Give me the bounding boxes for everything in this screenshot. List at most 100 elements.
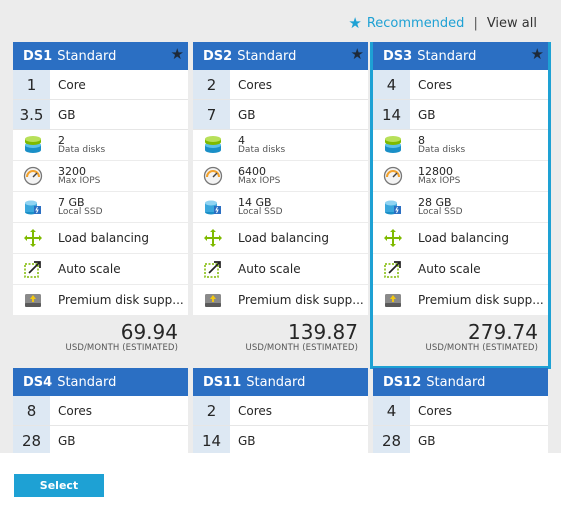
pin-star-icon[interactable]: ★ <box>351 47 364 62</box>
card-header: DS1 Standard ★ <box>13 42 188 70</box>
premium-disk-row: Premium disk supp... <box>373 285 548 316</box>
card-header: DS4 Standard <box>13 368 188 396</box>
iops-row: 12800 Max IOPS <box>373 161 548 192</box>
tier-card-ds3[interactable]: DS3 Standard ★ 4 Cores 14 GB 8 Data disk… <box>370 42 551 369</box>
auto-scale-label: Auto scale <box>238 262 301 276</box>
premium-disk-row: Premium disk supp... <box>13 285 188 316</box>
memory-value: 3.5 <box>13 100 50 129</box>
memory-row: 3.5 GB <box>13 100 188 130</box>
cores-value: 4 <box>373 396 410 425</box>
cores-value: 2 <box>193 396 230 425</box>
local-ssd-row: 7 GB Local SSD <box>13 192 188 223</box>
cores-unit: Core <box>58 77 86 92</box>
price-unit: USD/MONTH (ESTIMATED) <box>425 343 538 353</box>
memory-unit: GB <box>238 107 256 122</box>
memory-value: 7 <box>193 100 230 129</box>
premium-disk-row: Premium disk supp... <box>193 285 368 316</box>
cores-value: 2 <box>193 70 230 99</box>
data-disks-icon <box>205 136 221 153</box>
load-balancing-row: Load balancing <box>193 223 368 254</box>
tier-name: DS11 <box>203 374 242 390</box>
tier-card-ds2[interactable]: DS2 Standard ★ 2 Cores 7 GB 4 Data disks <box>193 42 368 366</box>
auto-scale-row: Auto scale <box>193 254 368 285</box>
iops-row: 6400 Max IOPS <box>193 161 368 192</box>
recommended-link[interactable]: ★ Recommended <box>348 13 464 32</box>
cores-row: 2 Cores <box>193 70 368 100</box>
cores-row: 4 Cores <box>373 396 548 426</box>
memory-unit: GB <box>58 433 76 448</box>
cores-unit: Cores <box>238 77 273 92</box>
memory-value: 28 <box>373 426 410 453</box>
tier-level: Standard <box>237 48 297 64</box>
memory-unit: GB <box>238 433 256 448</box>
local-ssd-row: 14 GB Local SSD <box>193 192 368 223</box>
ssd-icon <box>385 200 401 215</box>
load-balancing-label: Load balancing <box>238 231 330 245</box>
tier-card-ds12[interactable]: DS12 Standard 4 Cores 28 GB <box>373 368 548 453</box>
separator: | <box>473 15 478 31</box>
memory-value: 14 <box>193 426 230 453</box>
premium-disk-icon <box>385 294 401 307</box>
iops-label: Max IOPS <box>238 176 281 187</box>
data-disks-label: Data disks <box>418 145 466 156</box>
tier-name: DS1 <box>23 48 53 64</box>
load-balancing-icon <box>24 229 42 247</box>
tier-card-ds1[interactable]: DS1 Standard ★ 1 Core 3.5 GB 2 Data disk… <box>13 42 188 366</box>
cores-row: 4 Cores <box>373 70 548 100</box>
pin-star-icon[interactable]: ★ <box>531 47 544 62</box>
cores-value: 1 <box>13 70 50 99</box>
auto-scale-label: Auto scale <box>418 262 481 276</box>
data-disks-row: 8 Data disks <box>373 130 548 161</box>
select-button[interactable]: Select <box>14 474 104 497</box>
price-amount: 69.94 <box>120 320 178 344</box>
data-disks-row: 2 Data disks <box>13 130 188 161</box>
tier-level: Standard <box>57 374 117 390</box>
ssd-label: Local SSD <box>418 207 463 218</box>
auto-scale-icon <box>384 261 401 278</box>
tier-name: DS2 <box>203 48 233 64</box>
gauge-icon <box>23 166 43 186</box>
price-block: 139.87 USD/MONTH (ESTIMATED) <box>193 316 368 366</box>
pin-star-icon[interactable]: ★ <box>171 47 184 62</box>
auto-scale-row: Auto scale <box>373 254 548 285</box>
memory-value: 14 <box>373 100 410 129</box>
cores-value: 4 <box>373 70 410 99</box>
auto-scale-row: Auto scale <box>13 254 188 285</box>
load-balancing-label: Load balancing <box>58 231 150 245</box>
premium-disk-icon <box>205 294 221 307</box>
load-balancing-label: Load balancing <box>418 231 510 245</box>
data-disks-label: Data disks <box>238 145 286 156</box>
view-all-link[interactable]: View all <box>487 16 537 31</box>
card-header: DS3 Standard ★ <box>373 42 548 70</box>
local-ssd-row: 28 GB Local SSD <box>373 192 548 223</box>
memory-unit: GB <box>418 433 436 448</box>
action-bar: Select <box>0 453 561 509</box>
tier-level: Standard <box>417 48 477 64</box>
data-disks-icon <box>25 136 41 153</box>
gauge-icon <box>383 166 403 186</box>
premium-disk-icon <box>25 294 41 307</box>
price-unit: USD/MONTH (ESTIMATED) <box>245 343 358 353</box>
ssd-icon <box>205 200 221 215</box>
ssd-label: Local SSD <box>58 207 103 218</box>
load-balancing-icon <box>384 229 402 247</box>
memory-row: 28 GB <box>13 426 188 453</box>
memory-row: 28 GB <box>373 426 548 453</box>
star-icon: ★ <box>348 13 362 32</box>
card-header: DS2 Standard ★ <box>193 42 368 70</box>
memory-unit: GB <box>58 107 76 122</box>
cores-unit: Cores <box>58 403 93 418</box>
auto-scale-label: Auto scale <box>58 262 121 276</box>
memory-row: 14 GB <box>193 426 368 453</box>
card-header: DS12 Standard <box>373 368 548 396</box>
tier-card-ds11[interactable]: DS11 Standard 2 Cores 14 GB <box>193 368 368 453</box>
tier-card-ds4[interactable]: DS4 Standard 8 Cores 28 GB <box>13 368 188 453</box>
memory-row: 14 GB <box>373 100 548 130</box>
memory-value: 28 <box>13 426 50 453</box>
card-header: DS11 Standard <box>193 368 368 396</box>
price-block: 279.74 USD/MONTH (ESTIMATED) <box>373 316 548 366</box>
iops-row: 3200 Max IOPS <box>13 161 188 192</box>
premium-disk-label: Premium disk supp... <box>58 293 184 307</box>
ssd-label: Local SSD <box>238 207 283 218</box>
cores-unit: Cores <box>418 77 453 92</box>
